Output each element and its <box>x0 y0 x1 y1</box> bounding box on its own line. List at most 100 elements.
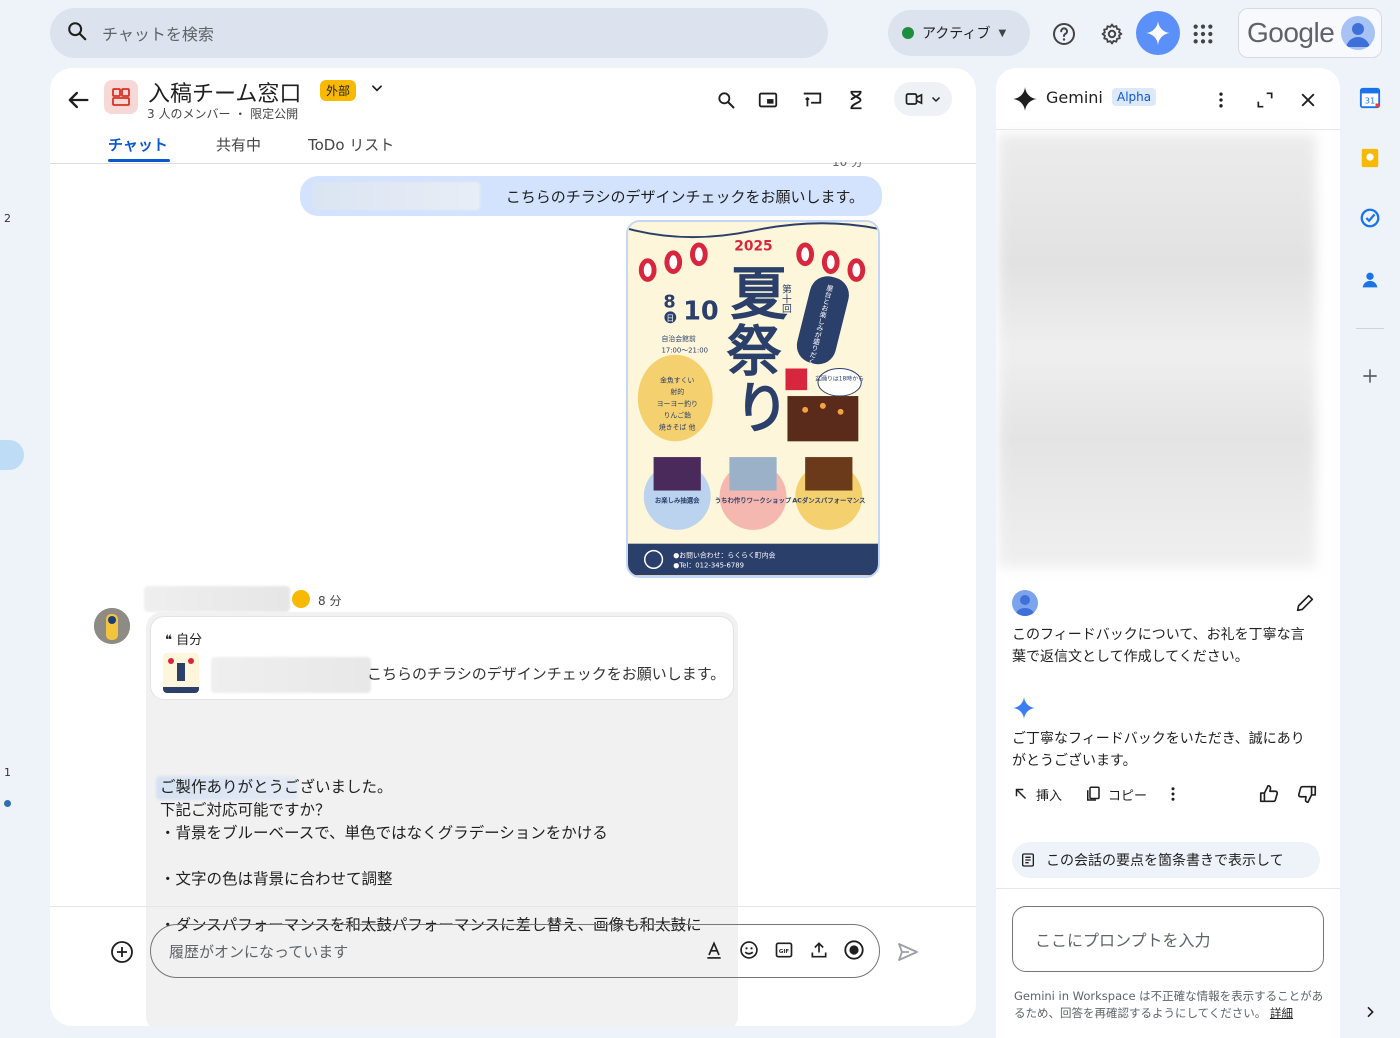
my-message-text: こちらのチラシのデザインチェックをお願いします。 <box>505 187 864 206</box>
tab-chat[interactable]: チャット <box>108 134 168 155</box>
flyer-weekday: 日 <box>666 314 674 323</box>
emoji-icon[interactable] <box>737 938 761 962</box>
space-title[interactable]: 入稿チーム窓口 <box>148 76 301 108</box>
thumbs-down-icon[interactable] <box>1296 782 1318 806</box>
alpha-badge: Alpha <box>1112 88 1157 106</box>
flyer-phone: ●Tel：012-345-6789 <box>673 561 744 569</box>
add-circle-icon[interactable] <box>110 940 134 964</box>
edit-pencil-icon[interactable] <box>1294 592 1316 614</box>
details-link[interactable]: 詳細 <box>1270 1006 1293 1020</box>
user-avatar <box>1012 590 1038 616</box>
picture-in-picture-icon[interactable] <box>754 86 782 114</box>
user-prompt-text: このフィードバックについて、お礼を丁寧な言葉で返信文として作成してください。 <box>1012 627 1305 665</box>
thumbs-up-icon[interactable] <box>1258 782 1280 806</box>
expand-icon[interactable] <box>1253 88 1277 112</box>
more-vert-icon[interactable] <box>1209 88 1233 112</box>
chevron-down-icon: ▼ <box>998 27 1007 39</box>
gemini-title: Gemini <box>1046 88 1103 107</box>
app-badge-icon <box>292 590 310 608</box>
flyer-year: 2025 <box>734 238 772 254</box>
gemini-header: Gemini Alpha <box>996 68 1340 130</box>
disclaimer: Gemini in Workspace は不正確な情報を表示することがあるため、… <box>1014 988 1324 1022</box>
account-avatar[interactable] <box>1341 16 1375 50</box>
message-input-placeholder: 履歴がオンになっています <box>169 942 349 961</box>
sender-avatar[interactable] <box>94 608 130 644</box>
search-bar[interactable]: チャットを検索 <box>50 8 828 58</box>
flyer-event: うちわ作りワークショップ <box>715 495 792 504</box>
copy-label: コピー <box>1108 788 1148 804</box>
text-format-icon[interactable] <box>702 938 726 962</box>
quote-text: こちらのチラシのデザインチェックをお願いします。 <box>367 665 726 683</box>
flyer-stall: 金魚すくい <box>660 375 695 384</box>
flyer-stall: りんご飴 <box>663 411 691 420</box>
flyer-title-3: り <box>734 376 789 441</box>
gemini-toggle-button[interactable] <box>1136 11 1180 55</box>
tab-todo[interactable]: ToDo リスト <box>308 134 394 155</box>
close-icon[interactable] <box>1296 88 1320 112</box>
upload-icon[interactable] <box>807 938 831 962</box>
flyer-stall: 焼きそば 他 <box>659 423 696 432</box>
composer-divider <box>50 906 976 907</box>
calendar-icon[interactable]: 31 <box>1358 86 1382 110</box>
keep-icon[interactable] <box>1358 146 1382 170</box>
flyer-event: お楽しみ抽選会 <box>655 495 700 504</box>
chevron-down-icon <box>931 96 941 103</box>
flyer-edition: 第十回 <box>780 283 792 315</box>
gemini-response-text: ご丁寧なフィードバックをいただき、誠にありがとうございます。 <box>1012 731 1305 769</box>
message-input[interactable]: 履歴がオンになっています <box>150 924 880 978</box>
quote-author-label: 自分 <box>176 633 203 648</box>
suggestion-chip-label: この会話の要点を箇条書きで表示して <box>1046 853 1284 869</box>
gemini-prompt-input[interactable]: ここにプロンプトを入力 <box>1012 906 1324 972</box>
search-placeholder: チャットを検索 <box>102 25 214 44</box>
account-switcher[interactable]: Google <box>1238 8 1382 58</box>
apps-grid-icon[interactable] <box>1183 14 1223 54</box>
insert-arrow-icon <box>1015 788 1027 800</box>
flyer-event: ACダンスパフォーマンス <box>792 495 865 504</box>
gemini-panel: Gemini Alpha このフィードバックについて、お礼を丁寧な言葉で返信文と… <box>996 68 1340 1038</box>
space-icon <box>104 80 138 114</box>
chevron-right-icon[interactable] <box>1358 1000 1382 1024</box>
hourglass-icon[interactable] <box>842 86 870 114</box>
flyer-stall: 射的 <box>670 387 684 396</box>
flyer-hours: 17:00〜21:00 <box>661 347 708 355</box>
message-time: 8 分 <box>318 594 342 608</box>
copy-button[interactable]: コピー <box>1084 782 1147 806</box>
edge-number: 2 <box>4 212 11 225</box>
settings-gear-icon[interactable] <box>1092 14 1132 54</box>
message-time: 10 分 <box>832 162 864 169</box>
flyer-month: 8 <box>663 292 675 312</box>
message-body: ご製作ありがとうございました。 下記ご対応可能ですか？ ・背景をブルーベースで、… <box>160 778 702 934</box>
flyer-image[interactable]: 2025 夏 祭 り 第十回 8 10 日 自治会館前 17:00〜21:00 … <box>626 220 880 578</box>
copy-icon <box>1087 786 1100 801</box>
send-icon[interactable] <box>896 940 920 964</box>
status-dot <box>902 27 914 39</box>
redacted-sender-name <box>144 586 290 612</box>
chevron-down-icon[interactable] <box>370 80 384 99</box>
rail-divider <box>1356 328 1384 329</box>
add-icon[interactable] <box>1358 364 1382 388</box>
more-vert-icon[interactable] <box>1164 782 1182 806</box>
gif-icon[interactable]: GIF <box>772 938 796 962</box>
quoted-message[interactable]: ❝ 自分 こちらのチラシのデザインチェックをお願いします。 <box>150 616 734 700</box>
flyer-venue: 自治会館前 <box>661 334 696 343</box>
space-subtitle: 3 人のメンバー ・ 限定公開 <box>147 107 299 121</box>
contacts-icon[interactable] <box>1358 268 1382 292</box>
google-logo: Google <box>1247 17 1335 48</box>
search-icon <box>66 20 88 46</box>
redacted-mention <box>211 657 371 693</box>
external-badge: 外部 <box>320 80 357 101</box>
record-video-icon[interactable] <box>842 938 866 962</box>
tasks-icon[interactable] <box>1358 206 1382 230</box>
prompt-divider <box>996 888 1340 889</box>
status-dropdown[interactable]: アクティブ ▼ <box>888 10 1030 56</box>
help-icon[interactable] <box>1044 14 1084 54</box>
video-call-button[interactable] <box>894 82 952 116</box>
back-arrow-icon[interactable] <box>64 86 92 114</box>
chat-panel: 入稿チーム窓口 外部 3 人のメンバー ・ 限定公開 チャット 共有中 ToDo… <box>50 68 976 1026</box>
suggestion-chip[interactable]: この会話の要点を箇条書きで表示して <box>1012 842 1320 878</box>
search-icon[interactable] <box>712 86 740 114</box>
insert-button[interactable]: 挿入 <box>1012 782 1062 806</box>
gemini-star-icon <box>1146 21 1170 45</box>
present-screen-icon[interactable] <box>798 86 826 114</box>
tab-shared[interactable]: 共有中 <box>216 134 261 155</box>
